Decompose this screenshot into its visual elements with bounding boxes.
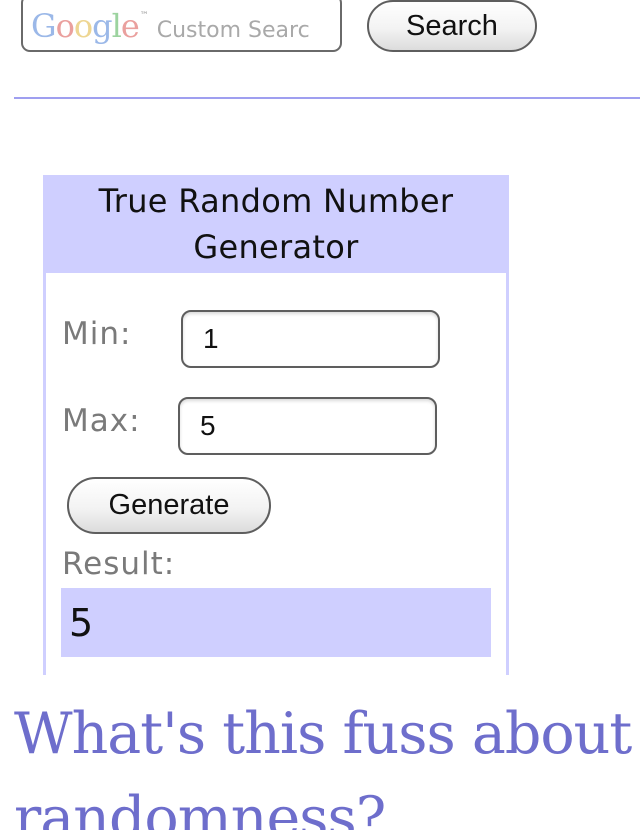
page: Google ™ Custom Searc Search True Random… xyxy=(0,0,640,830)
max-input[interactable] xyxy=(178,397,437,455)
generate-button[interactable]: Generate xyxy=(67,477,271,534)
heading-line1-text: What's this fuss about xyxy=(14,701,640,767)
search-placeholder: Google ™ Custom Searc xyxy=(31,7,310,45)
heading-line2-text: randomness? xyxy=(14,785,386,830)
max-label: Max: xyxy=(62,403,141,439)
divider xyxy=(14,97,640,99)
random-number-widget: True Random Number Generator Min: Max: G… xyxy=(43,175,509,675)
result-value: 5 xyxy=(61,588,491,657)
result-label: Result: xyxy=(62,546,176,582)
search-button[interactable]: Search xyxy=(367,0,537,52)
widget-header: True Random Number Generator xyxy=(43,175,509,273)
search-input[interactable]: Google ™ Custom Searc xyxy=(21,0,342,52)
trademark-mark: ™ xyxy=(139,11,149,21)
search-placeholder-text: Custom Searc xyxy=(156,18,310,43)
article-heading: What's this fuss about trandomness? xyxy=(14,692,640,830)
widget-title: True Random Number Generator xyxy=(98,182,454,266)
google-logo: Google xyxy=(31,7,140,45)
min-input[interactable] xyxy=(181,310,440,368)
min-label: Min: xyxy=(62,316,132,352)
